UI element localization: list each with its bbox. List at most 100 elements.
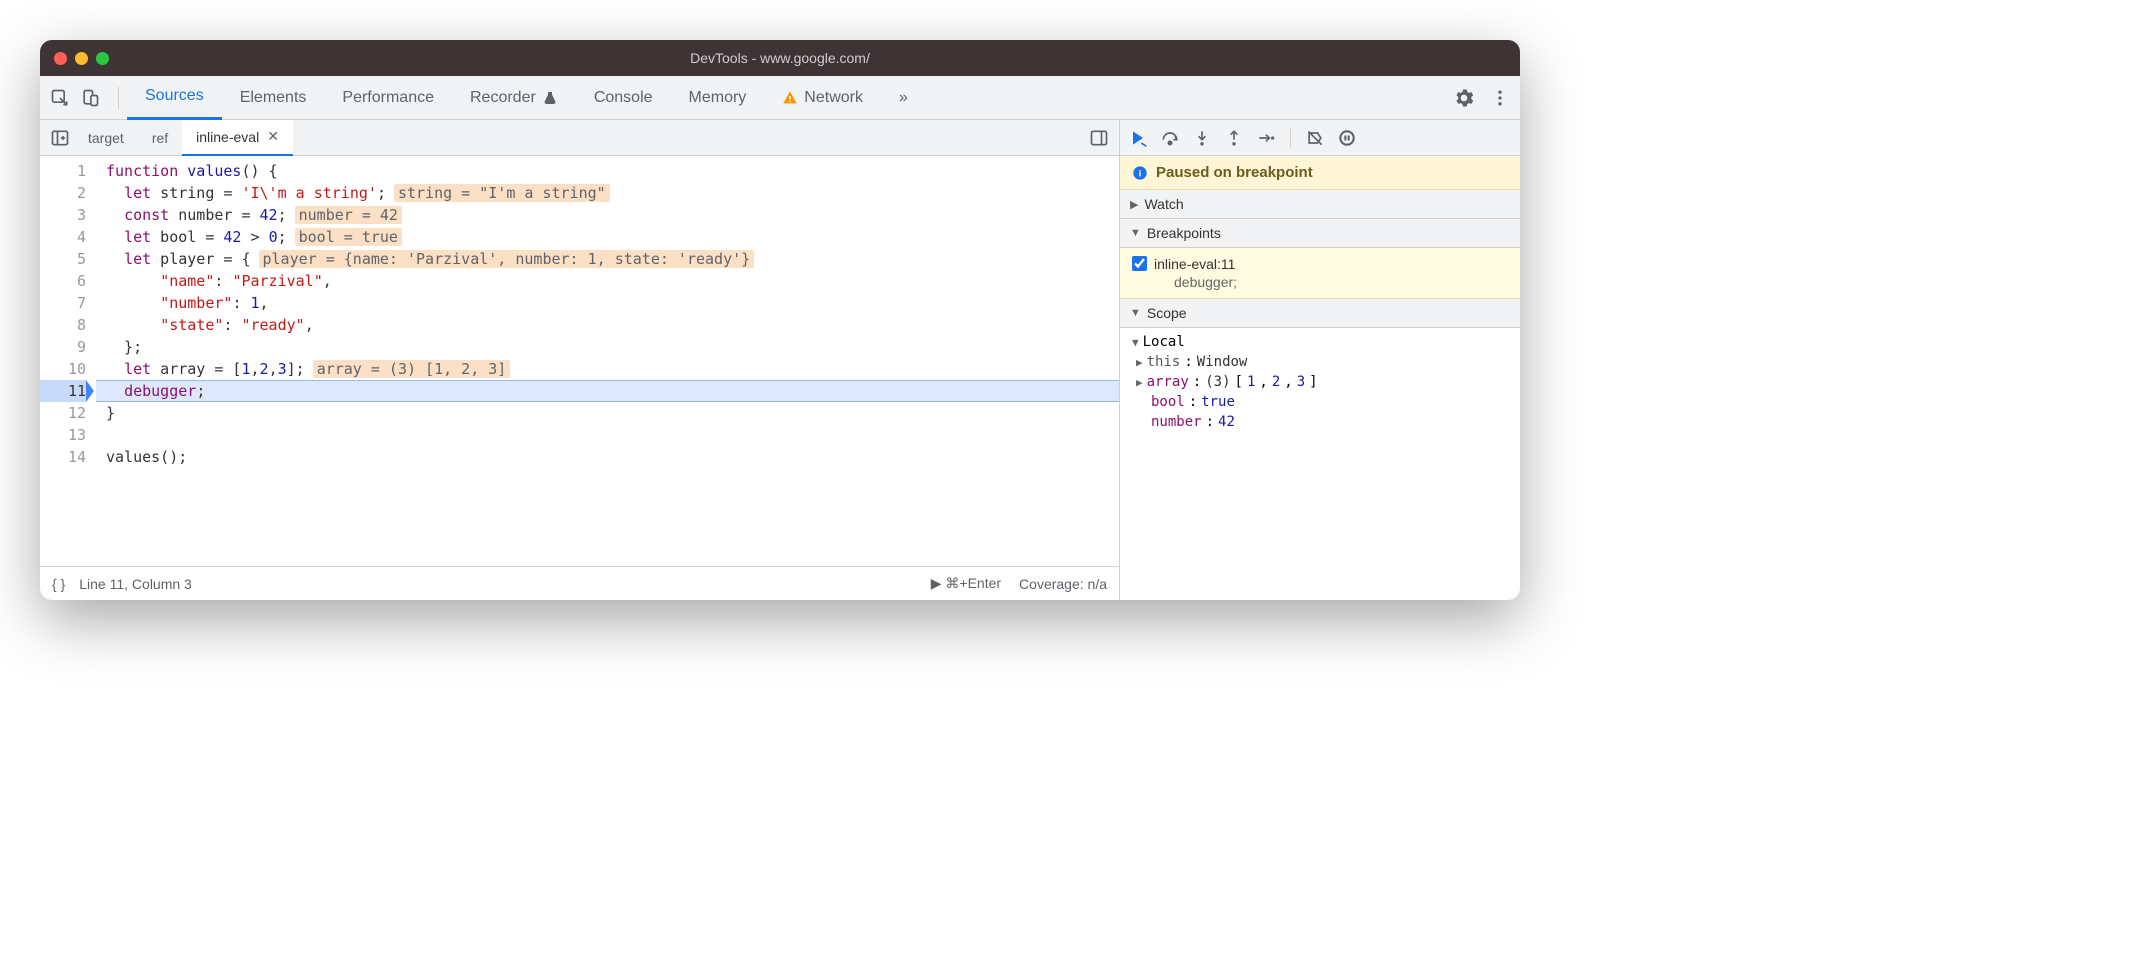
- line-number[interactable]: 14: [40, 446, 86, 468]
- code-line[interactable]: const number = 42;number = 42: [96, 204, 1119, 226]
- tab-network[interactable]: Network: [764, 76, 881, 120]
- expand-triangle-icon: ▶: [1136, 376, 1143, 389]
- code-line[interactable]: let bool = 42 > 0;bool = true: [96, 226, 1119, 248]
- separator: [1290, 128, 1291, 148]
- inline-value-hint: bool = true: [295, 228, 402, 246]
- code-line[interactable]: };: [96, 336, 1119, 358]
- debugger-sidebar: i Paused on breakpoint ▶ Watch ▼ Breakpo…: [1120, 120, 1520, 600]
- line-number[interactable]: 5: [40, 248, 86, 270]
- code-line[interactable]: values();: [96, 446, 1119, 468]
- line-number[interactable]: 13: [40, 424, 86, 446]
- inline-value-hint: number = 42: [295, 206, 402, 224]
- pause-on-exceptions-button[interactable]: [1337, 128, 1357, 148]
- file-tab-inline-eval[interactable]: inline-eval✕: [182, 120, 293, 156]
- debugger-toolbar: [1120, 120, 1520, 156]
- window-title: DevTools - www.google.com/: [690, 50, 870, 66]
- navigator-toggle-icon[interactable]: [50, 128, 70, 148]
- scope-local-header[interactable]: ▼ Local: [1120, 332, 1520, 352]
- scope-variable[interactable]: number: 42: [1120, 412, 1520, 432]
- code-line[interactable]: [96, 424, 1119, 446]
- tab-sources[interactable]: Sources: [127, 76, 222, 120]
- content-area: targetrefinline-eval✕ 123456789101112131…: [40, 120, 1520, 600]
- step-over-button[interactable]: [1160, 128, 1180, 148]
- line-number[interactable]: 3: [40, 204, 86, 226]
- deactivate-breakpoints-button[interactable]: [1305, 128, 1325, 148]
- code-line[interactable]: let string = 'I\'m a string';string = "I…: [96, 182, 1119, 204]
- expand-triangle-icon: ▶: [1130, 198, 1138, 211]
- code-line[interactable]: let array = [1,2,3];array = (3) [1, 2, 3…: [96, 358, 1119, 380]
- pretty-print-icon[interactable]: { }: [52, 576, 65, 592]
- traffic-lights: [54, 52, 109, 65]
- line-number[interactable]: 12: [40, 402, 86, 424]
- flask-icon: [542, 90, 558, 106]
- code-line[interactable]: function values() {: [96, 160, 1119, 182]
- tab-console[interactable]: Console: [576, 76, 671, 120]
- scope-variable[interactable]: ▶array: (3) [1, 2, 3]: [1120, 372, 1520, 392]
- snippets-toggle-icon[interactable]: [1089, 128, 1109, 148]
- code-line[interactable]: debugger;: [96, 380, 1119, 402]
- step-out-button[interactable]: [1224, 128, 1244, 148]
- line-number[interactable]: 11: [40, 380, 86, 402]
- scope-body: ▼ Local ▶this: Window▶array: (3) [1, 2, …: [1120, 328, 1520, 436]
- overflow-tabs-button[interactable]: »: [881, 76, 926, 120]
- breakpoints-section-header[interactable]: ▼ Breakpoints: [1120, 219, 1520, 248]
- line-number-gutter[interactable]: 1234567891011121314: [40, 156, 96, 566]
- code-line[interactable]: "name": "Parzival",: [96, 270, 1119, 292]
- collapse-triangle-icon: ▼: [1130, 227, 1141, 239]
- step-into-button[interactable]: [1192, 128, 1212, 148]
- devtools-window: DevTools - www.google.com/ SourcesElemen…: [40, 40, 1520, 600]
- line-number[interactable]: 8: [40, 314, 86, 336]
- sources-panel: targetrefinline-eval✕ 123456789101112131…: [40, 120, 1120, 600]
- code-editor[interactable]: 1234567891011121314 function values() { …: [40, 156, 1119, 566]
- paused-banner: i Paused on breakpoint: [1120, 156, 1520, 190]
- line-number[interactable]: 4: [40, 226, 86, 248]
- inline-value-hint: string = "I'm a string": [394, 184, 610, 202]
- run-snippet-button[interactable]: ▶ ⌘+Enter: [931, 575, 1001, 592]
- breakpoint-checkbox[interactable]: [1132, 256, 1147, 271]
- code-line[interactable]: "state": "ready",: [96, 314, 1119, 336]
- line-number[interactable]: 6: [40, 270, 86, 292]
- minimize-window-button[interactable]: [75, 52, 88, 65]
- code-content[interactable]: function values() { let string = 'I\'m a…: [96, 156, 1119, 566]
- expand-triangle-icon: ▶: [1136, 356, 1143, 369]
- titlebar: DevTools - www.google.com/: [40, 40, 1520, 76]
- more-menu-icon[interactable]: [1490, 88, 1510, 108]
- file-tab-target[interactable]: target: [74, 120, 138, 156]
- panel-tabs: SourcesElementsPerformanceRecorderConsol…: [127, 76, 1454, 120]
- scope-variable[interactable]: bool: true: [1120, 392, 1520, 412]
- step-button[interactable]: [1256, 128, 1276, 148]
- inspect-element-icon[interactable]: [50, 88, 70, 108]
- editor-statusbar: { } Line 11, Column 3 ▶ ⌘+Enter Coverage…: [40, 566, 1119, 600]
- code-line[interactable]: }: [96, 402, 1119, 424]
- collapse-triangle-icon: ▼: [1132, 336, 1139, 349]
- inline-value-hint: player = {name: 'Parzival', number: 1, s…: [259, 250, 755, 268]
- line-number[interactable]: 9: [40, 336, 86, 358]
- close-window-button[interactable]: [54, 52, 67, 65]
- device-toggle-icon[interactable]: [80, 88, 100, 108]
- tab-memory[interactable]: Memory: [671, 76, 765, 120]
- scope-variable[interactable]: ▶this: Window: [1120, 352, 1520, 372]
- line-number[interactable]: 2: [40, 182, 86, 204]
- separator: [118, 87, 119, 109]
- svg-text:i: i: [1139, 168, 1142, 178]
- coverage-status: Coverage: n/a: [1019, 576, 1107, 592]
- resume-button[interactable]: [1128, 128, 1148, 148]
- line-number[interactable]: 10: [40, 358, 86, 380]
- close-tab-icon[interactable]: ✕: [267, 128, 279, 145]
- tab-recorder[interactable]: Recorder: [452, 76, 576, 120]
- breakpoint-item[interactable]: inline-eval:11 debugger;: [1120, 248, 1520, 299]
- tab-elements[interactable]: Elements: [222, 76, 325, 120]
- code-line[interactable]: let player = {player = {name: 'Parzival'…: [96, 248, 1119, 270]
- line-number[interactable]: 1: [40, 160, 86, 182]
- maximize-window-button[interactable]: [96, 52, 109, 65]
- settings-gear-icon[interactable]: [1454, 88, 1474, 108]
- code-line[interactable]: "number": 1,: [96, 292, 1119, 314]
- watch-section-header[interactable]: ▶ Watch: [1120, 190, 1520, 219]
- scope-section-header[interactable]: ▼ Scope: [1120, 299, 1520, 328]
- collapse-triangle-icon: ▼: [1130, 307, 1141, 319]
- inline-value-hint: array = (3) [1, 2, 3]: [313, 360, 511, 378]
- file-tab-ref[interactable]: ref: [138, 120, 182, 156]
- line-number[interactable]: 7: [40, 292, 86, 314]
- info-icon: i: [1132, 165, 1148, 181]
- tab-performance[interactable]: Performance: [324, 76, 452, 120]
